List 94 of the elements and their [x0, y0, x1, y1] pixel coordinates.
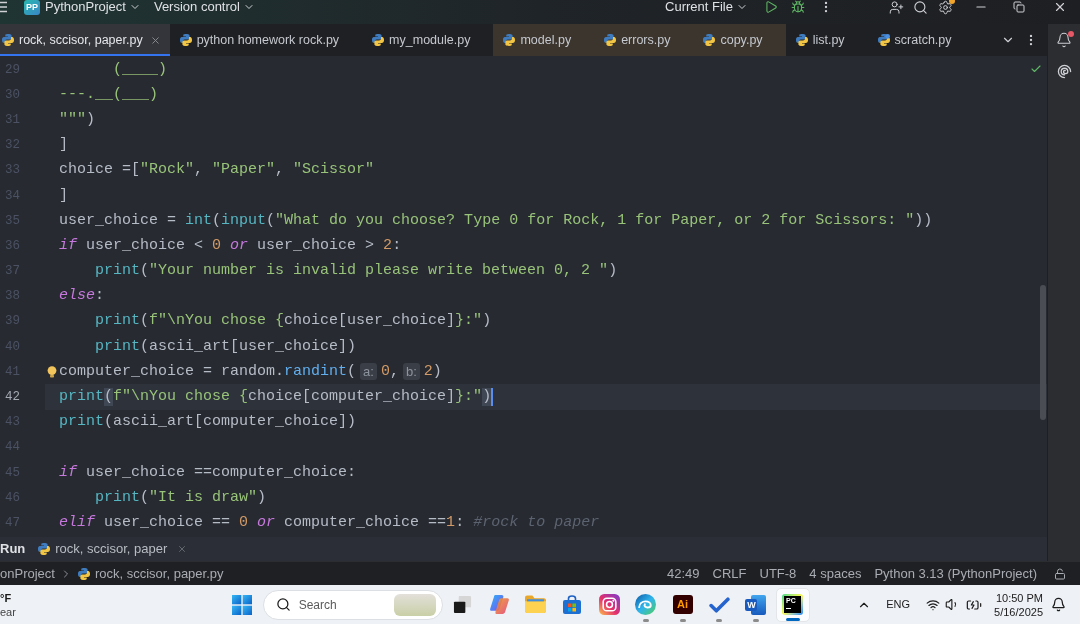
search-box[interactable]: Search: [262, 589, 443, 620]
close-icon[interactable]: [1053, 0, 1067, 14]
code-text: f"\nYou chose {choice[computer_choice]}:": [113, 388, 483, 407]
text-cursor: [491, 388, 494, 407]
bell-icon[interactable]: [1051, 597, 1066, 612]
code-text: print(ascii_art[user_choice]): [95, 337, 357, 356]
restore-icon[interactable]: [1013, 1, 1025, 13]
code-text: ]: [59, 136, 68, 155]
scrollbar-thumb[interactable]: [1040, 285, 1046, 420]
editor-tab[interactable]: errors.py: [594, 24, 694, 56]
menu-icon[interactable]: [0, 1, 7, 13]
breadcrumb-item[interactable]: rock, sccisor, paper.py: [94, 563, 224, 584]
wave-circle-icon: [635, 594, 657, 615]
parameter-hint: a:: [360, 363, 377, 381]
code-text: print(f"\nYou chose {choice[user_choice]}:"): [95, 312, 492, 331]
run-tab-label[interactable]: rock, sccisor, paper: [55, 539, 168, 559]
version-control-menu[interactable]: Version control: [153, 0, 255, 14]
code-text: 2): [423, 362, 442, 381]
code-text: choice =["Rock", "Paper", "Scissor": [59, 161, 375, 180]
python-file-icon: [38, 543, 51, 555]
overlapping-squares-icon: [452, 595, 472, 614]
matched-bracket: (: [104, 388, 114, 407]
weather-condition[interactable]: ear: [0, 604, 16, 619]
editor-tab[interactable]: python homework rock.py: [169, 24, 363, 56]
code-text: print("It is draw"): [95, 488, 267, 507]
editor-tab[interactable]: list.py: [785, 24, 868, 56]
colorful-ribbon-icon: [488, 594, 510, 615]
four-squares-icon: [232, 594, 252, 615]
search-input[interactable]: Search: [298, 595, 359, 614]
python-file-icon: [703, 34, 716, 46]
code-text: user_choice = int(input("What do you choose? Type 0 for Rock, 1 for Paper, or 2 for Scissors: ")): [59, 211, 933, 230]
taskbar-button[interactable]: Ai: [665, 587, 700, 622]
code-text: print: [59, 388, 104, 407]
parameter-hint: b:: [402, 363, 420, 381]
letter-tile-icon: Ai: [672, 595, 693, 614]
code-text: print("Your number is invalid please write between 0, 2 "): [95, 262, 618, 281]
python-file-icon: [179, 34, 192, 46]
python-file-icon: [2, 34, 14, 46]
lightbulb-icon[interactable]: [47, 366, 57, 379]
project-selector[interactable]: PythonProject: [45, 0, 141, 14]
folder-icon: [525, 595, 547, 614]
status-bar-item[interactable]: UTF-8: [759, 563, 797, 584]
spiral-icon[interactable]: [1056, 64, 1072, 79]
python-scratch-icon: [877, 34, 890, 46]
checkmark-icon: [708, 596, 730, 613]
check-icon[interactable]: [1030, 63, 1042, 75]
code-text: ---.__(___): [59, 85, 159, 104]
search-icon: [275, 597, 291, 612]
bug-icon[interactable]: [791, 0, 805, 14]
editor-tab[interactable]: rock, sccisor, paper.py: [0, 24, 170, 56]
settings-icon[interactable]: [938, 0, 953, 15]
code-text: 0,: [380, 362, 399, 381]
code-text: if user_choice ==computer_choice:: [59, 463, 357, 482]
python-file-icon: [372, 34, 385, 46]
clock-date[interactable]: 5/16/2025: [994, 604, 1043, 619]
wifi-icon[interactable]: [926, 597, 941, 612]
shopping-bag-icon: [562, 594, 583, 615]
code-text: print(ascii_art[computer_choice]): [59, 413, 357, 432]
code-text: elif user_choice == 0 or computer_choice ==1: #rock to paper: [59, 513, 600, 532]
code-text: else:: [59, 287, 105, 306]
python-file-icon: [795, 34, 808, 46]
code-text: if user_choice < 0 or user_choice > 2:: [59, 236, 402, 255]
code-text: computer_choice = random.randint(: [59, 362, 357, 381]
status-bar-item[interactable]: 42:49: [667, 563, 700, 584]
project-badge: PP: [24, 0, 40, 15]
python-file-icon: [77, 567, 90, 580]
editor-tab[interactable]: my_module.py: [362, 24, 494, 56]
status-bar-item[interactable]: Python 3.13 (PythonProject): [874, 563, 1037, 584]
search-icon[interactable]: [913, 0, 928, 15]
breadcrumb-item[interactable]: onProject: [0, 563, 55, 584]
matched-bracket: ): [482, 388, 492, 407]
code-text: (____): [113, 60, 168, 79]
status-bar-item[interactable]: 4 spaces: [809, 563, 862, 584]
editor-tab[interactable]: scratch.py: [867, 24, 975, 56]
tool-window-title: Run: [0, 540, 26, 559]
padlock-icon[interactable]: [1054, 567, 1066, 580]
image-placeholder: [393, 593, 436, 616]
taskbar-button[interactable]: W: [738, 587, 773, 622]
python-file-icon: [503, 34, 516, 46]
language-indicator[interactable]: ENG: [886, 596, 911, 613]
status-bar-item[interactable]: CRLF: [712, 563, 747, 584]
weather-temperature[interactable]: °F: [0, 590, 12, 605]
add-user-icon[interactable]: [889, 0, 904, 15]
code-text: """): [59, 110, 96, 129]
run-icon[interactable]: [764, 0, 778, 14]
editor-tab[interactable]: model.py: [493, 24, 595, 56]
camera-icon: [598, 594, 620, 615]
code-text: ]: [59, 186, 68, 205]
editor-tab[interactable]: copy.py: [693, 24, 786, 56]
line-number: 42: [4, 389, 20, 406]
run-configuration-selector[interactable]: Current File: [665, 0, 748, 14]
bell-icon[interactable]: [1056, 32, 1072, 48]
python-file-icon: [604, 34, 617, 46]
clock-time[interactable]: 10:50 PM: [995, 590, 1043, 605]
